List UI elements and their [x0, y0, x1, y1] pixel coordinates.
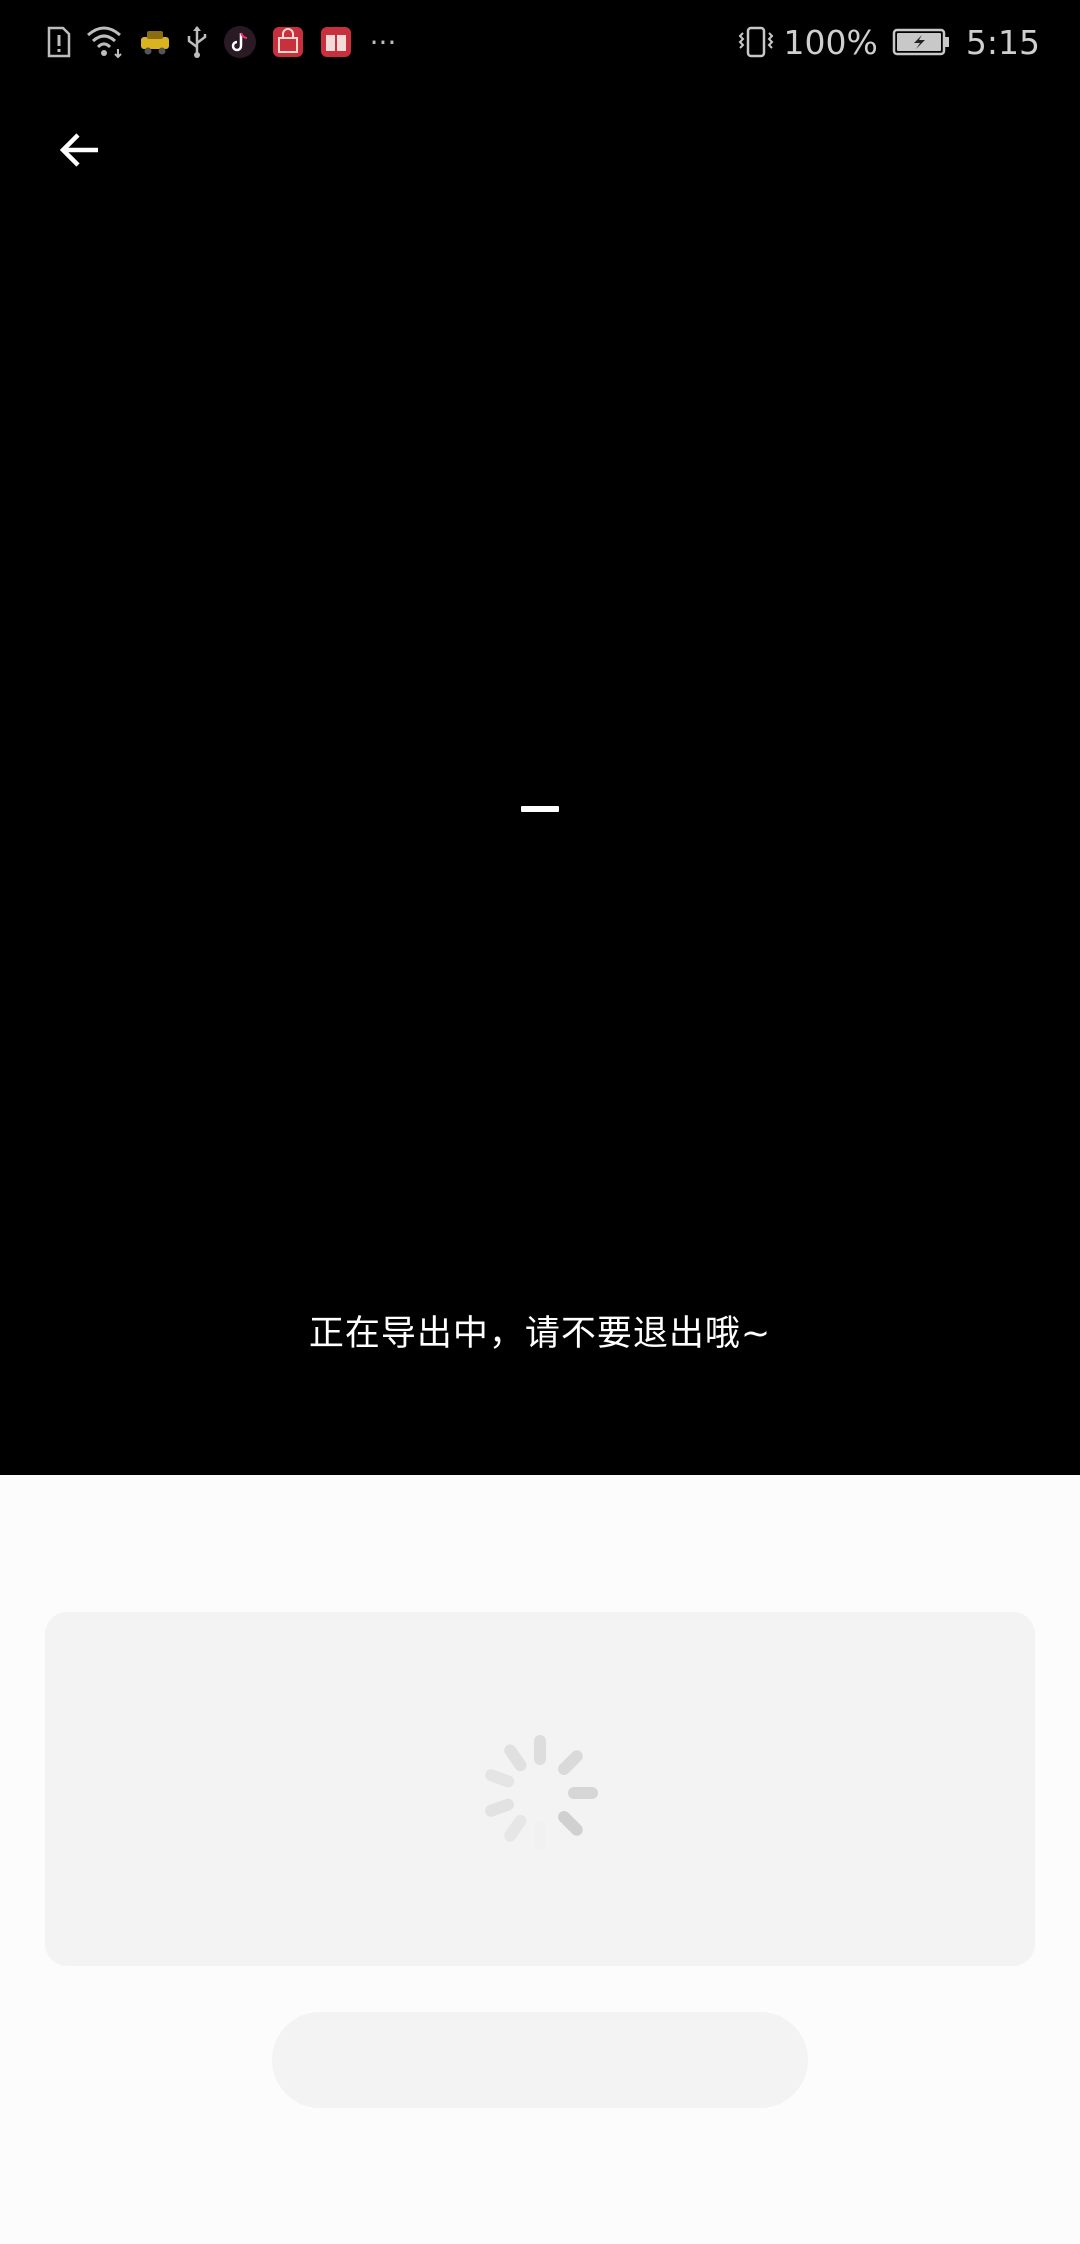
action-button-placeholder[interactable] [272, 2012, 808, 2108]
more-notifications-icon: ··· [369, 25, 397, 59]
notification-icons: ··· [44, 20, 400, 64]
vibrate-icon [736, 25, 776, 59]
battery-charging-icon [892, 27, 950, 57]
book-app-icon [318, 25, 354, 59]
clock: 5:15 [965, 22, 1040, 62]
export-preview-area: ··· 100% 5:15 正在导出中，请不要退出哦~ [0, 0, 1080, 1475]
arrow-left-icon [59, 133, 98, 167]
tiktok-app-icon [222, 25, 258, 59]
battery-percent: 100% [783, 22, 878, 62]
back-button[interactable] [52, 122, 108, 178]
status-bar: ··· 100% 5:15 [0, 0, 1080, 84]
system-status: 100% 5:15 [736, 20, 1040, 64]
usb-icon [184, 25, 210, 59]
shopping-app-icon [270, 25, 306, 59]
preview-loading-indicator [521, 806, 559, 812]
sim-alert-icon [44, 25, 74, 59]
wifi-icon [86, 25, 126, 59]
export-status-message: 正在导出中，请不要退出哦~ [308, 1314, 772, 1354]
taxi-app-icon [138, 25, 172, 59]
loading-spinner-icon [485, 1735, 598, 1851]
